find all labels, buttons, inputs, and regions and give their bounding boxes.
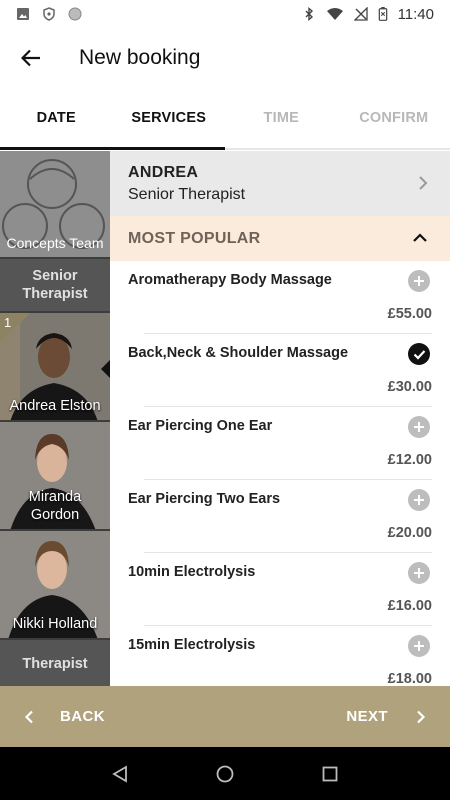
service-price: £16.00	[387, 598, 432, 614]
section-label: Therapist	[22, 656, 88, 672]
add-icon[interactable]	[408, 562, 430, 584]
staff-item-andrea-elston[interactable]: 1 Andrea Elston	[0, 313, 110, 422]
service-item[interactable]: Ear Piercing Two Ears £20.00	[110, 480, 450, 553]
nav-back-icon[interactable]	[112, 764, 128, 783]
service-name: Back,Neck & Shoulder Massage	[128, 345, 349, 361]
battery-icon	[378, 7, 387, 21]
system-nav-bar	[0, 747, 450, 800]
service-item[interactable]: Back,Neck & Shoulder Massage £30.00	[110, 334, 450, 407]
check-icon[interactable]	[408, 343, 430, 365]
service-item[interactable]: 15min Electrolysis £18.00	[110, 626, 450, 686]
service-price: £20.00	[387, 525, 432, 541]
tab-date[interactable]: DATE	[0, 88, 113, 148]
chevron-up-icon	[413, 233, 427, 242]
service-name: 10min Electrolysis	[128, 564, 256, 580]
bluetooth-icon	[305, 7, 313, 21]
category-header-most-popular[interactable]: MOST POPULAR	[110, 216, 450, 261]
therapist-role: Senior Therapist	[128, 185, 246, 203]
category-title: MOST POPULAR	[128, 229, 261, 247]
next-button[interactable]: NEXT	[346, 686, 426, 747]
service-price: £55.00	[387, 306, 432, 322]
section-therapist: Therapist	[0, 640, 110, 686]
service-price: £12.00	[387, 452, 432, 468]
page-title: New booking	[79, 46, 201, 69]
add-icon[interactable]	[408, 270, 430, 292]
staff-name: Andrea Elston	[9, 398, 101, 414]
therapist-header[interactable]: ANDREA Senior Therapist	[110, 151, 450, 216]
services-panel: ANDREA Senior Therapist MOST POPULAR Aro…	[110, 151, 450, 686]
service-name: Ear Piercing One Ear	[128, 418, 273, 434]
tab-indicator	[0, 147, 225, 150]
service-item[interactable]: Aromatherapy Body Massage £55.00	[110, 261, 450, 334]
bottom-nav-bar: BACK NEXT	[0, 686, 450, 747]
selected-pointer-icon	[101, 360, 110, 378]
service-name: Aromatherapy Body Massage	[128, 272, 332, 288]
service-item[interactable]: 10min Electrolysis £16.00	[110, 553, 450, 626]
status-bar: 11:40	[0, 0, 450, 28]
tab-confirm[interactable]: CONFIRM	[338, 88, 450, 148]
staff-item-concepts-team[interactable]: Concepts Team	[0, 151, 110, 259]
nav-home-icon[interactable]	[216, 765, 234, 783]
service-item[interactable]: Ear Piercing One Ear £12.00	[110, 407, 450, 480]
back-arrow-icon[interactable]	[0, 28, 62, 88]
service-name: 15min Electrolysis	[128, 637, 256, 653]
add-icon[interactable]	[408, 635, 430, 657]
chevron-right-icon	[417, 710, 426, 723]
section-senior-therapist: Senior Therapist	[0, 259, 110, 313]
ranking-badge-number: 1	[4, 315, 12, 330]
status-time: 11:40	[397, 5, 434, 23]
chevron-right-icon	[419, 176, 428, 190]
wifi-icon	[326, 8, 343, 20]
staff-name: Nikki Holland	[12, 616, 98, 632]
chevron-left-icon	[24, 710, 33, 723]
staff-item-miranda-gordon[interactable]: Miranda Gordon	[0, 422, 110, 531]
staff-name: Miranda Gordon	[28, 489, 82, 523]
back-button-label: BACK	[60, 708, 105, 725]
therapist-name: ANDREA	[128, 163, 199, 181]
staff-list[interactable]: Concepts Team Senior Therapist 1 Andrea …	[0, 151, 110, 686]
add-icon[interactable]	[408, 489, 430, 511]
staff-item-nikki-holland[interactable]: Nikki Holland	[0, 531, 110, 640]
tab-services[interactable]: SERVICES	[113, 88, 226, 148]
service-price: £30.00	[387, 379, 432, 395]
gallery-icon	[17, 8, 29, 20]
tab-time[interactable]: TIME	[225, 88, 338, 148]
tab-bar: DATE SERVICES TIME CONFIRM	[0, 88, 450, 150]
service-name: Ear Piercing Two Ears	[128, 491, 281, 507]
back-button[interactable]: BACK	[24, 686, 105, 747]
shield-icon	[43, 7, 55, 21]
app-bar: New booking	[0, 28, 450, 88]
next-button-label: NEXT	[346, 708, 388, 725]
no-signal-icon	[353, 7, 368, 21]
add-icon[interactable]	[408, 416, 430, 438]
nav-recents-icon[interactable]	[322, 766, 338, 782]
staff-item-label: Concepts Team	[6, 235, 104, 251]
circle-icon	[68, 7, 82, 21]
section-label: Senior Therapist	[22, 268, 88, 302]
service-price: £18.00	[387, 671, 432, 686]
